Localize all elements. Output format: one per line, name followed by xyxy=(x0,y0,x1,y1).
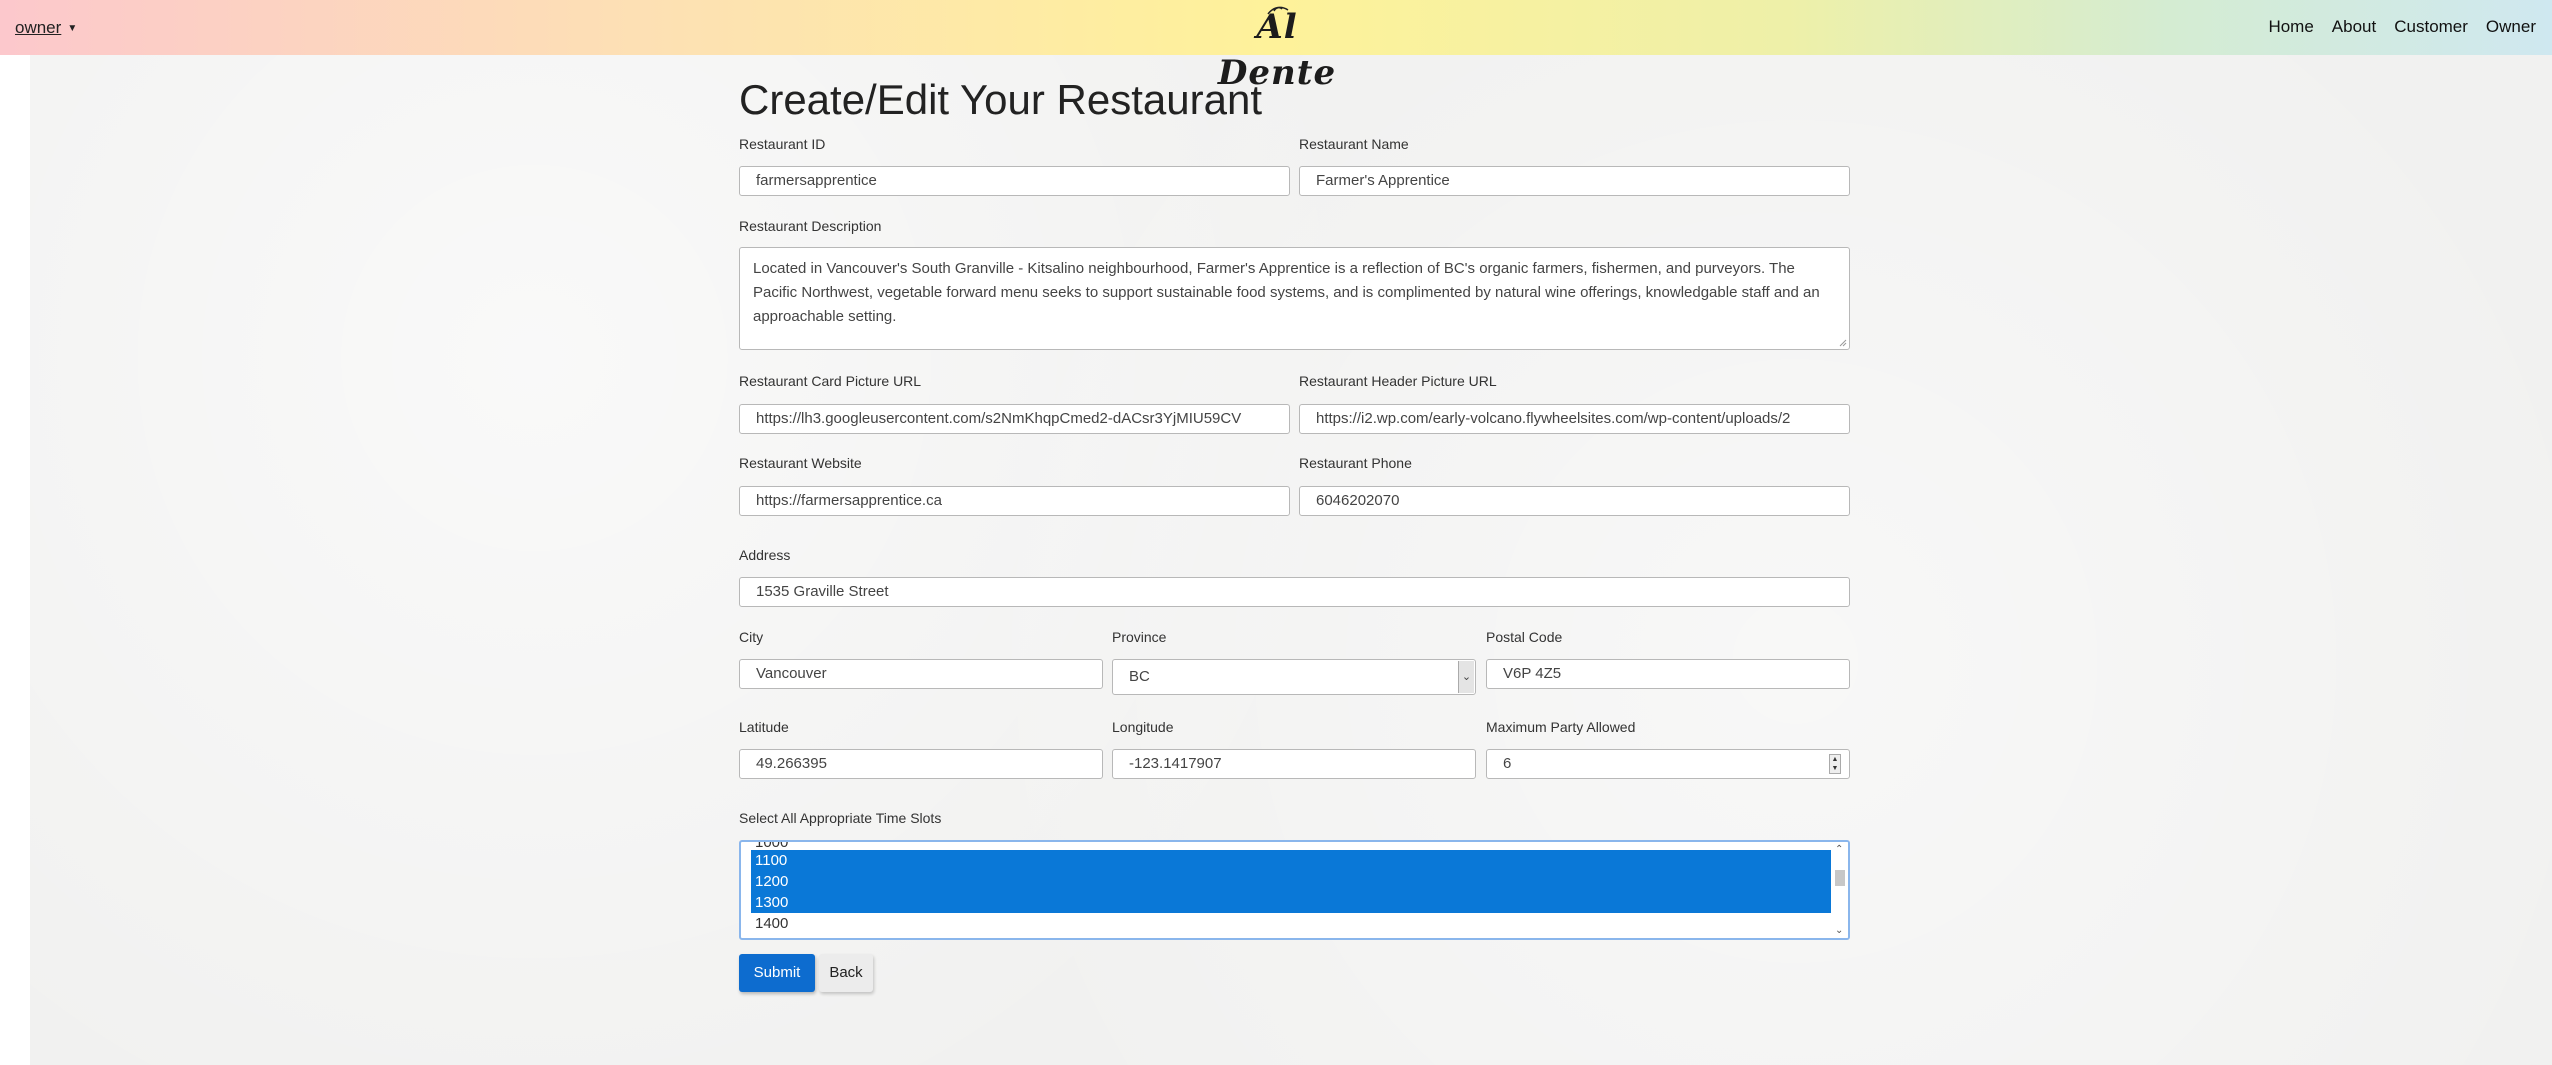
user-menu-dropdown[interactable]: owner ▼ xyxy=(15,18,77,38)
user-menu-label: owner xyxy=(15,18,62,37)
phone-input[interactable]: 6046202070 xyxy=(1299,486,1850,516)
scroll-up-icon[interactable]: ⌃ xyxy=(1835,844,1843,855)
scroll-down-icon[interactable]: ⌄ xyxy=(1835,925,1843,936)
description-textarea[interactable]: Located in Vancouver's South Granville -… xyxy=(739,247,1850,350)
page-title: Create/Edit Your Restaurant xyxy=(739,76,1262,123)
nav-link-home[interactable]: Home xyxy=(2268,17,2313,37)
card-picture-url-input[interactable]: https://lh3.googleusercontent.com/s2NmKh… xyxy=(739,404,1290,434)
time-slot-option-selected[interactable]: 1100 xyxy=(751,850,1831,871)
website-input[interactable]: https://farmersapprentice.ca xyxy=(739,486,1290,516)
address-input[interactable]: 1535 Graville Street xyxy=(739,577,1850,607)
city-input[interactable]: Vancouver xyxy=(739,659,1103,689)
postal-code-label: Postal Code xyxy=(1486,629,1563,645)
resize-grip-icon[interactable] xyxy=(1837,337,1847,347)
spinner-arrows-icon[interactable]: ▲ ▼ xyxy=(1829,754,1841,774)
description-text: Located in Vancouver's South Granville -… xyxy=(753,260,1820,325)
header-picture-url-input[interactable]: https://i2.wp.com/early-volcano.flywheel… xyxy=(1299,404,1850,434)
description-label: Restaurant Description xyxy=(739,218,882,234)
card-picture-url-label: Restaurant Card Picture URL xyxy=(739,373,922,389)
restaurant-id-input[interactable]: farmersapprentice xyxy=(739,166,1290,196)
longitude-label: Longitude xyxy=(1112,719,1174,735)
brand-logo[interactable]: Al Dente xyxy=(1196,4,1358,93)
time-slot-option-selected[interactable]: 1300 xyxy=(751,892,1831,913)
top-navbar: owner ▼ Al Dente Home About Customer Owne… xyxy=(0,0,2552,93)
page-left-margin xyxy=(0,55,30,1065)
province-selected-value: BC xyxy=(1129,668,1150,685)
header-picture-url-label: Restaurant Header Picture URL xyxy=(1299,373,1497,389)
province-label: Province xyxy=(1112,629,1167,645)
restaurant-name-label: Restaurant Name xyxy=(1299,136,1409,152)
longitude-input[interactable]: -123.1417907 xyxy=(1112,749,1476,779)
address-label: Address xyxy=(739,547,791,563)
postal-code-input[interactable]: V6P 4Z5 xyxy=(1486,659,1850,689)
latitude-input[interactable]: 49.266395 xyxy=(739,749,1103,779)
restaurant-id-label: Restaurant ID xyxy=(739,136,826,152)
scrollbar-thumb[interactable] xyxy=(1835,870,1845,886)
city-label: City xyxy=(739,629,764,645)
time-slots-listbox[interactable]: 1000 1100 1200 1300 1400 ⌃ ⌄ xyxy=(739,840,1850,940)
nav-link-owner[interactable]: Owner xyxy=(2486,17,2536,37)
submit-button[interactable]: Submit xyxy=(739,954,815,992)
nav-link-customer[interactable]: Customer xyxy=(2394,17,2468,37)
leaf-ornament-icon xyxy=(1267,6,1289,15)
restaurant-name-input[interactable]: Farmer's Apprentice xyxy=(1299,166,1850,196)
max-party-stepper[interactable]: 6 ▲ ▼ xyxy=(1486,749,1850,779)
province-select[interactable]: BC ⌄ xyxy=(1112,659,1476,695)
website-label: Restaurant Website xyxy=(739,455,862,471)
nav-link-about[interactable]: About xyxy=(2332,17,2376,37)
time-slots-label: Select All Appropriate Time Slots xyxy=(739,810,942,826)
nav-links: Home About Customer Owner xyxy=(2268,17,2536,37)
max-party-label: Maximum Party Allowed xyxy=(1486,719,1636,735)
back-button[interactable]: Back xyxy=(819,954,873,992)
latitude-label: Latitude xyxy=(739,719,789,735)
listbox-scrollbar[interactable]: ⌃ ⌄ xyxy=(1832,842,1848,938)
max-party-value: 6 xyxy=(1503,755,1512,772)
caret-down-icon: ▼ xyxy=(67,23,78,34)
time-slot-option-selected[interactable]: 1200 xyxy=(751,871,1831,892)
chevron-down-icon[interactable]: ⌄ xyxy=(1458,661,1474,693)
time-slot-option[interactable]: 1400 xyxy=(751,913,1831,934)
phone-label: Restaurant Phone xyxy=(1299,455,1412,471)
